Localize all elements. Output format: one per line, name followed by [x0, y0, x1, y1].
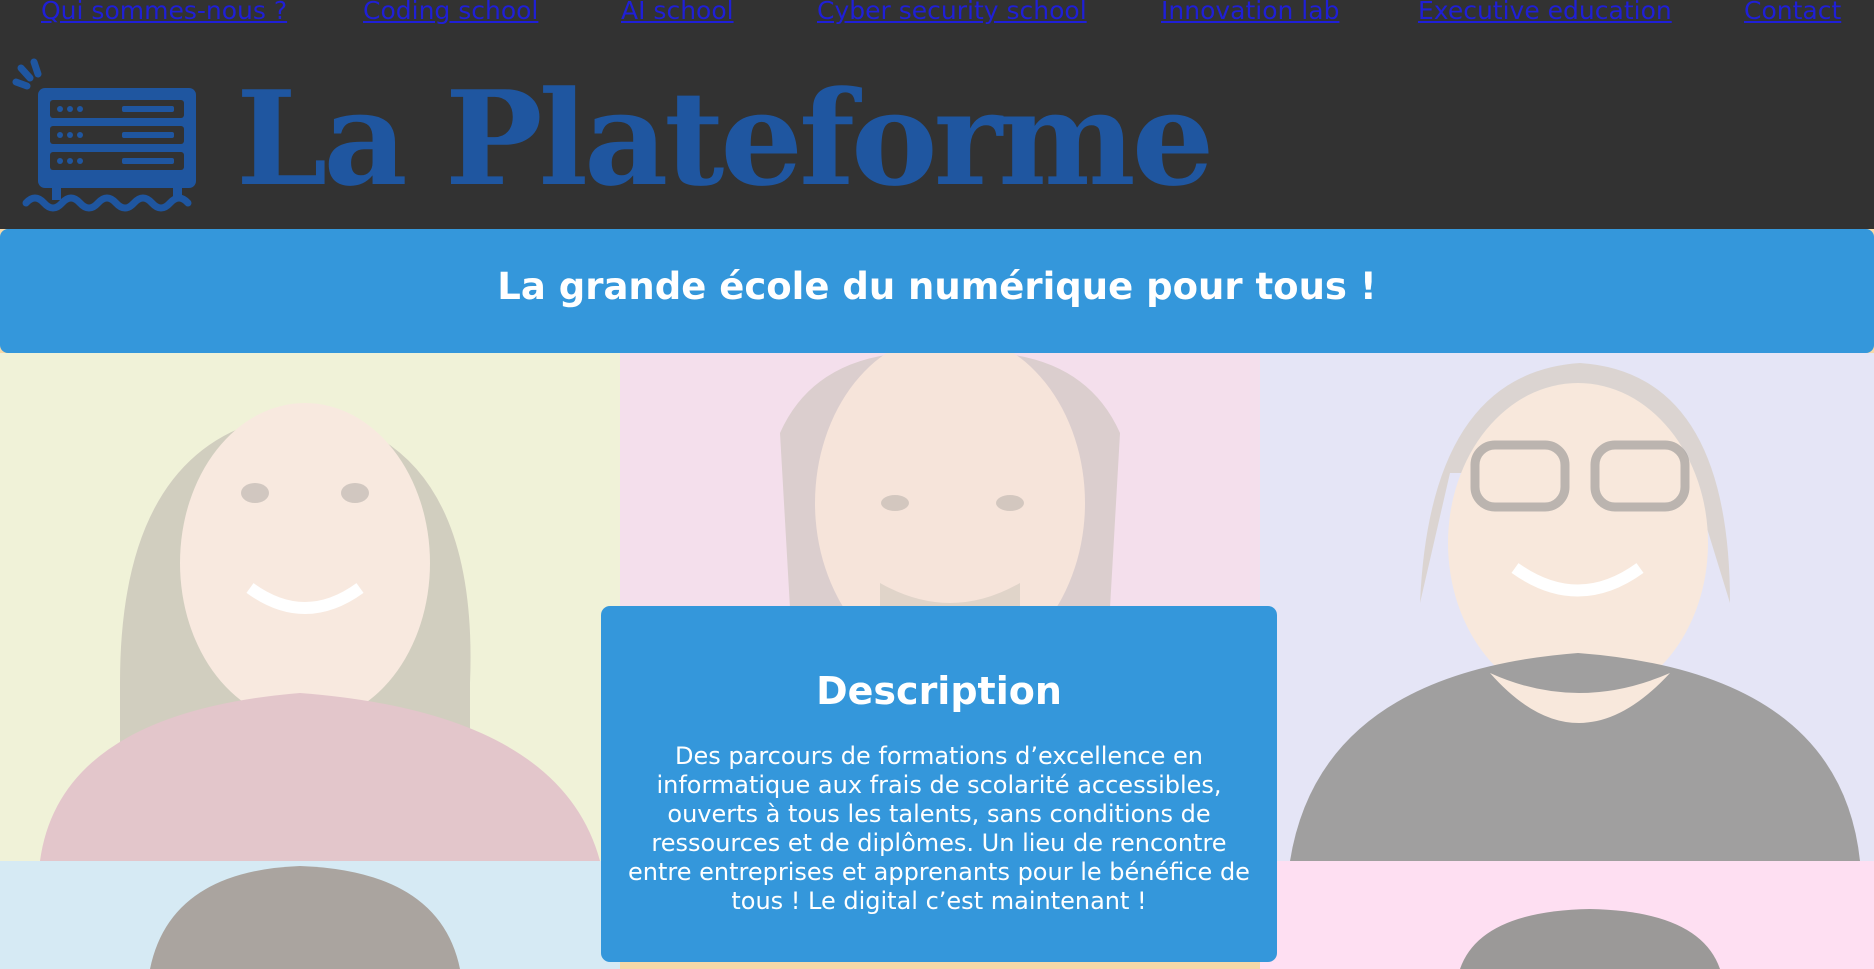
nav-link-executive-education[interactable]: Executive education — [1418, 0, 1672, 26]
portrait-photo-3 — [1260, 353, 1874, 861]
nav-link-coding-school[interactable]: Coding school — [363, 0, 538, 26]
hero-banner: La grande école du numérique pour tous ! — [0, 229, 1874, 353]
description-card: Description Des parcours de formations d… — [601, 606, 1277, 962]
portrait-photo-1 — [0, 353, 620, 861]
description-text: Des parcours de formations d’excellence … — [628, 742, 1250, 915]
main-nav: Qui sommes-nous ? Coding school AI schoo… — [0, 0, 1874, 30]
nav-link-contact[interactable]: Contact — [1744, 0, 1841, 26]
logo-wordmark: La Plateforme — [236, 62, 1214, 215]
nav-link-cyber-security-school[interactable]: Cyber security school — [817, 0, 1087, 26]
nav-link-about[interactable]: Qui sommes-nous ? — [41, 0, 287, 26]
portrait-photo-5 — [1260, 861, 1874, 969]
hero-title: La grande école du numérique pour tous ! — [497, 264, 1377, 308]
description-title: Description — [816, 669, 1062, 713]
nav-link-ai-school[interactable]: AI school — [621, 0, 734, 26]
portrait-photo-2 — [620, 353, 1260, 608]
nav-link-innovation-lab[interactable]: Innovation lab — [1161, 0, 1339, 26]
server-rack-icon — [12, 58, 196, 212]
site-logo[interactable]: La Plateforme — [12, 58, 1214, 214]
portrait-photo-4 — [0, 861, 620, 969]
site-header: Qui sommes-nous ? Coding school AI schoo… — [0, 0, 1874, 229]
